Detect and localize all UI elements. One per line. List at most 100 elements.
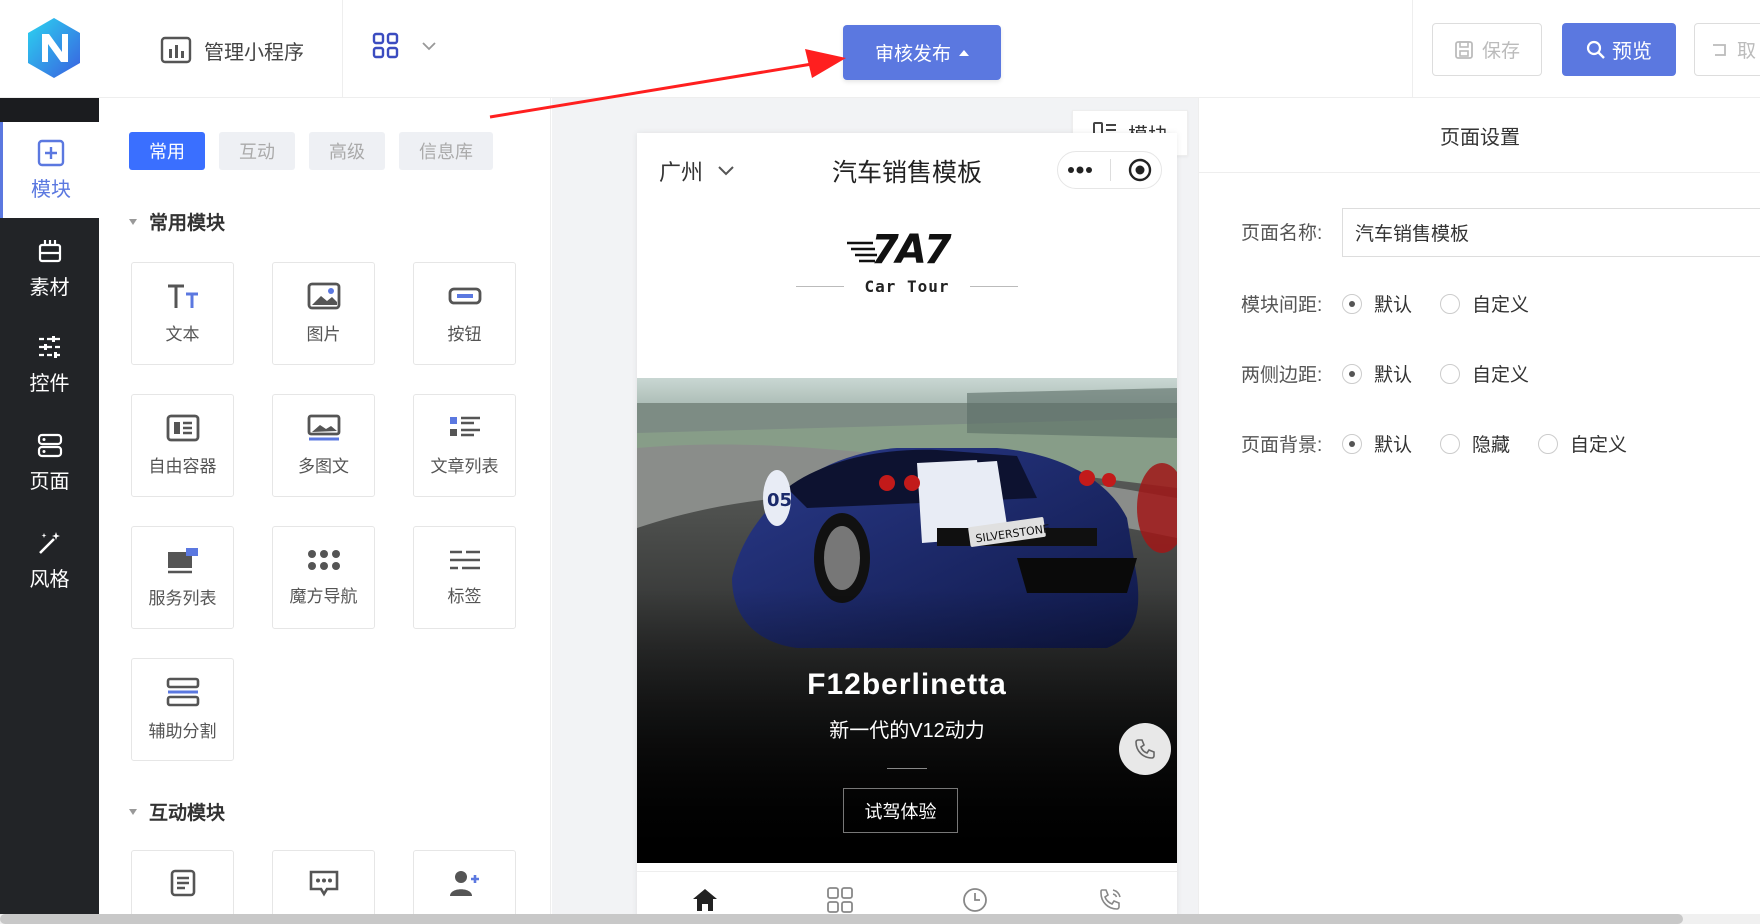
list-icon <box>449 416 480 437</box>
module-form[interactable] <box>131 850 234 920</box>
chevron-down-icon <box>422 42 436 51</box>
clock-icon[interactable] <box>961 886 989 914</box>
app-root: 管理小程序 审核发布 保存 预览 取 模块 素材 控件 页面 风格 常用 互动 … <box>0 0 1760 924</box>
publish-button[interactable]: 审核发布 <box>843 25 1001 80</box>
brand-mark: 7A7 <box>871 227 952 271</box>
more-icon[interactable] <box>1067 166 1093 174</box>
tag-icon <box>449 550 480 570</box>
preview-label: 预览 <box>1612 41 1652 63</box>
module-member[interactable] <box>413 850 516 920</box>
call-button[interactable] <box>1119 723 1171 775</box>
hero-subtitle: 新一代的V12动力 <box>829 720 985 742</box>
section-interactive-modules[interactable]: 互动模块 <box>129 798 225 825</box>
module-spacing-label: 模块间距: <box>1241 295 1323 316</box>
margin-default-option[interactable]: 默认 <box>1342 360 1412 387</box>
page-settings-panel: 页面设置 页面名称: 汽车销售模板 模块间距: 默认 自定义 两侧边距: 默认 … <box>1198 98 1760 924</box>
module-multi-image-text[interactable]: 多图文 <box>272 394 375 497</box>
spacing-default-option[interactable]: 默认 <box>1342 290 1412 317</box>
chart-icon <box>160 36 192 64</box>
nav-item-pages[interactable]: 页面 <box>0 414 99 510</box>
module-service-list[interactable]: 服务列表 <box>131 526 234 629</box>
module-message[interactable] <box>272 850 375 920</box>
radio-checked[interactable] <box>1342 433 1362 454</box>
collapse-triangle-icon <box>129 808 137 815</box>
radio-unchecked[interactable] <box>1440 433 1461 454</box>
brand-logo: 7A7 Car Tour <box>637 223 1177 373</box>
car-tour-logo: 7A7 <box>847 227 955 271</box>
spacing-custom-option[interactable]: 自定义 <box>1440 290 1529 317</box>
side-margin-label: 两侧边距: <box>1241 365 1323 386</box>
horizontal-scrollbar-thumb[interactable] <box>0 914 1683 924</box>
radio-unchecked[interactable] <box>1440 363 1461 384</box>
tab-interactive[interactable]: 互动 <box>219 132 295 170</box>
background-default-option[interactable]: 默认 <box>1342 430 1412 457</box>
test-drive-button[interactable]: 试驾体验 <box>843 788 958 833</box>
background-custom-option[interactable]: 自定义 <box>1538 430 1627 457</box>
hero-divider <box>887 768 927 769</box>
nav-item-controls[interactable]: 控件 <box>0 316 99 412</box>
module-free-container[interactable]: 自由容器 <box>131 394 234 497</box>
module-label: 标签 <box>447 587 482 606</box>
section-common-modules[interactable]: 常用模块 <box>129 208 225 235</box>
cancel-button[interactable]: 取 <box>1694 23 1760 76</box>
page-icon <box>37 433 62 457</box>
app-switcher[interactable] <box>372 32 436 60</box>
tab-info-library[interactable]: 信息库 <box>399 132 493 170</box>
page-name-input[interactable]: 汽车销售模板 <box>1342 208 1760 257</box>
capsule-divider <box>1109 159 1111 181</box>
preview-button[interactable]: 预览 <box>1562 23 1676 76</box>
module-label: 按钮 <box>447 325 482 344</box>
module-label: 多图文 <box>298 457 349 476</box>
nav-item-style[interactable]: 风格 <box>0 512 99 608</box>
radio-unchecked[interactable] <box>1538 433 1559 454</box>
nav-label: 风格 <box>29 568 70 591</box>
save-label: 保存 <box>1481 41 1520 62</box>
module-palette: 常用 互动 高级 信息库 常用模块 文本 图片 按钮 自由容器 多图文 文章列表… <box>99 98 551 924</box>
module-text[interactable]: 文本 <box>131 262 234 365</box>
module-article-list[interactable]: 文章列表 <box>413 394 516 497</box>
module-cube-nav[interactable]: 魔方导航 <box>272 526 375 629</box>
module-divider[interactable]: 辅助分割 <box>131 658 234 761</box>
module-button[interactable]: 按钮 <box>413 262 516 365</box>
tab-advanced[interactable]: 高级 <box>309 132 385 170</box>
radio-label: 自定义 <box>1472 365 1530 386</box>
section-title: 常用模块 <box>149 213 226 234</box>
module-spacing-radio-group: 默认 自定义 <box>1342 290 1529 317</box>
grid-icon[interactable] <box>826 886 854 914</box>
module-tag[interactable]: 标签 <box>413 526 516 629</box>
nav-item-modules[interactable]: 模块 <box>0 122 99 218</box>
text-icon <box>167 284 198 308</box>
logo-icon <box>28 18 80 78</box>
margin-custom-option[interactable]: 自定义 <box>1440 360 1529 387</box>
module-label: 服务列表 <box>148 589 217 608</box>
miniprogram-capsule[interactable] <box>1057 151 1162 189</box>
brand-line <box>969 286 1018 287</box>
manage-miniprogram-link[interactable]: 管理小程序 <box>160 30 304 70</box>
magic-wand-icon <box>38 531 60 554</box>
radio-checked[interactable] <box>1342 363 1362 384</box>
nav-label: 控件 <box>29 372 70 395</box>
nav-item-material[interactable]: 素材 <box>0 220 99 316</box>
form-icon <box>170 869 195 897</box>
background-hidden-option[interactable]: 隐藏 <box>1440 430 1510 457</box>
section-title: 互动模块 <box>149 803 226 824</box>
left-nav-strip <box>0 98 99 122</box>
page-name-label: 页面名称: <box>1241 223 1323 244</box>
radio-label: 默认 <box>1374 435 1413 456</box>
settings-title: 页面设置 <box>1199 98 1760 173</box>
radio-unchecked[interactable] <box>1440 293 1461 314</box>
tab-common[interactable]: 常用 <box>129 132 205 170</box>
cancel-label: 取 <box>1737 41 1757 62</box>
module-image[interactable]: 图片 <box>272 262 375 365</box>
close-target-icon[interactable] <box>1128 158 1152 182</box>
phone-preview: 广州 汽车销售模板 7A7 Car Tour SILVERSTONE 05 F1… <box>637 133 1177 923</box>
home-icon[interactable] <box>691 886 719 914</box>
module-label: 魔方导航 <box>289 587 358 606</box>
radio-checked[interactable] <box>1342 293 1362 314</box>
phone-call-icon[interactable] <box>1096 886 1124 914</box>
save-button[interactable]: 保存 <box>1432 23 1542 76</box>
app-title: 管理小程序 <box>204 41 304 64</box>
nav-label: 素材 <box>29 276 70 299</box>
hero-title: F12berlinetta <box>807 668 1007 701</box>
nav-label: 页面 <box>29 470 70 493</box>
